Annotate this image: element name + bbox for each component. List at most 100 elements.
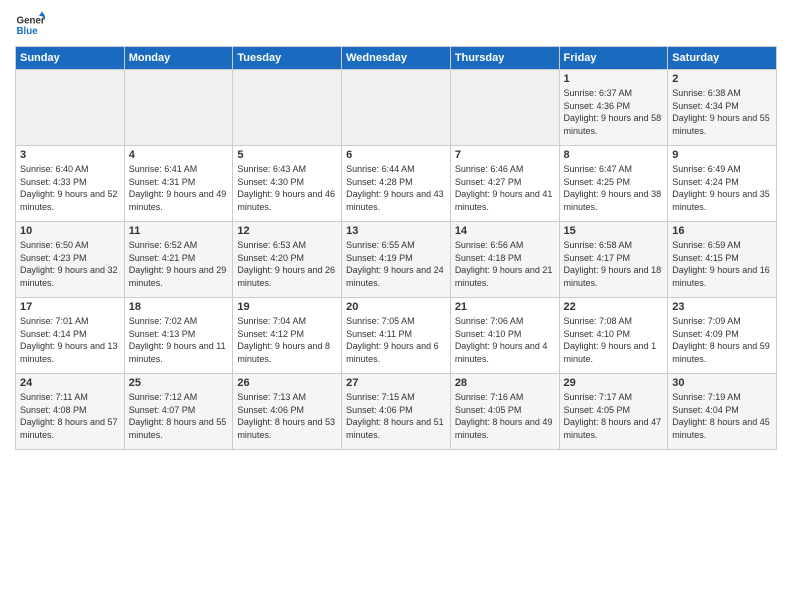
week-row-4: 24Sunrise: 7:11 AM Sunset: 4:08 PM Dayli… — [16, 374, 777, 450]
day-cell: 1Sunrise: 6:37 AM Sunset: 4:36 PM Daylig… — [559, 70, 668, 146]
day-cell — [450, 70, 559, 146]
day-number: 7 — [455, 149, 555, 161]
day-number: 9 — [672, 149, 772, 161]
day-cell: 4 Sunrise: 6:41 AM Sunset: 4:31 PM Daylig… — [124, 146, 233, 222]
day-cell: 27Sunrise: 7:15 AM Sunset: 4:06 PM Dayli… — [342, 374, 451, 450]
calendar-table: SundayMondayTuesdayWednesdayThursdayFrid… — [15, 46, 777, 450]
day-cell: 26 Sunrise: 7:13 AM Sunset: 4:06 PM Dayli… — [233, 374, 342, 450]
day-info: Sunrise: 6:41 AM Sunset: 4:31 PM Dayligh… — [129, 163, 229, 213]
day-info: Sunrise: 7:01 AM Sunset: 4:14 PM Dayligh… — [20, 315, 120, 365]
day-info: Sunrise: 6:40 AM Sunset: 4:33 PM Dayligh… — [20, 163, 120, 213]
day-info: Sunrise: 6:38 AM Sunset: 4:34 PM Dayligh… — [672, 87, 772, 137]
header-cell-tuesday: Tuesday — [233, 47, 342, 70]
logo: General Blue — [15, 10, 45, 40]
day-info: Sunrise: 7:06 AM Sunset: 4:10 PM Dayligh… — [455, 315, 555, 365]
day-cell: 19Sunrise: 7:04 AM Sunset: 4:12 PM Dayli… — [233, 298, 342, 374]
day-info: Sunrise: 7:02 AM Sunset: 4:13 PM Dayligh… — [129, 315, 229, 365]
day-info: Sunrise: 6:52 AM Sunset: 4:21 PM Dayligh… — [129, 239, 229, 289]
day-info: Sunrise: 7:19 AM Sunset: 4:04 PM Dayligh… — [672, 391, 772, 441]
day-cell: 6Sunrise: 6:44 AM Sunset: 4:28 PM Daylig… — [342, 146, 451, 222]
day-cell: 5 Sunrise: 6:43 AM Sunset: 4:30 PM Daylig… — [233, 146, 342, 222]
header-row: SundayMondayTuesdayWednesdayThursdayFrid… — [16, 47, 777, 70]
day-cell: 8 Sunrise: 6:47 AM Sunset: 4:25 PM Daylig… — [559, 146, 668, 222]
header-cell-thursday: Thursday — [450, 47, 559, 70]
day-cell: 16 Sunrise: 6:59 AM Sunset: 4:15 PM Dayli… — [668, 222, 777, 298]
day-number: 3 — [20, 149, 120, 161]
svg-text:General: General — [17, 16, 46, 27]
logo-icon: General Blue — [15, 10, 45, 40]
day-info: Sunrise: 7:12 AM Sunset: 4:07 PM Dayligh… — [129, 391, 229, 441]
header-cell-saturday: Saturday — [668, 47, 777, 70]
day-info: Sunrise: 7:09 AM Sunset: 4:09 PM Dayligh… — [672, 315, 772, 365]
day-number: 23 — [672, 301, 772, 313]
day-info: Sunrise: 7:13 AM Sunset: 4:06 PM Dayligh… — [237, 391, 337, 441]
day-cell: 12 Sunrise: 6:53 AM Sunset: 4:20 PM Dayli… — [233, 222, 342, 298]
day-number: 25 — [129, 377, 229, 389]
day-cell — [233, 70, 342, 146]
day-number: 5 — [237, 149, 337, 161]
day-number: 13 — [346, 225, 446, 237]
header-cell-monday: Monday — [124, 47, 233, 70]
day-number: 1 — [564, 73, 664, 85]
day-number: 30 — [672, 377, 772, 389]
day-number: 17 — [20, 301, 120, 313]
day-cell: 2 Sunrise: 6:38 AM Sunset: 4:34 PM Daylig… — [668, 70, 777, 146]
day-info: Sunrise: 6:47 AM Sunset: 4:25 PM Dayligh… — [564, 163, 664, 213]
header-cell-friday: Friday — [559, 47, 668, 70]
day-info: Sunrise: 6:49 AM Sunset: 4:24 PM Dayligh… — [672, 163, 772, 213]
day-number: 26 — [237, 377, 337, 389]
day-number: 16 — [672, 225, 772, 237]
day-info: Sunrise: 7:05 AM Sunset: 4:11 PM Dayligh… — [346, 315, 446, 365]
day-number: 14 — [455, 225, 555, 237]
day-number: 28 — [455, 377, 555, 389]
week-row-3: 17 Sunrise: 7:01 AM Sunset: 4:14 PM Dayli… — [16, 298, 777, 374]
day-cell: 7Sunrise: 6:46 AM Sunset: 4:27 PM Daylig… — [450, 146, 559, 222]
day-info: Sunrise: 6:50 AM Sunset: 4:23 PM Dayligh… — [20, 239, 120, 289]
day-cell: 28 Sunrise: 7:16 AM Sunset: 4:05 PM Dayli… — [450, 374, 559, 450]
day-info: Sunrise: 7:04 AM Sunset: 4:12 PM Dayligh… — [237, 315, 337, 365]
day-cell: 14 Sunrise: 6:56 AM Sunset: 4:18 PM Dayli… — [450, 222, 559, 298]
day-number: 20 — [346, 301, 446, 313]
day-cell: 13 Sunrise: 6:55 AM Sunset: 4:19 PM Dayli… — [342, 222, 451, 298]
day-info: Sunrise: 7:16 AM Sunset: 4:05 PM Dayligh… — [455, 391, 555, 441]
day-cell: 10 Sunrise: 6:50 AM Sunset: 4:23 PM Dayli… — [16, 222, 125, 298]
day-info: Sunrise: 7:17 AM Sunset: 4:05 PM Dayligh… — [564, 391, 664, 441]
day-cell: 9 Sunrise: 6:49 AM Sunset: 4:24 PM Daylig… — [668, 146, 777, 222]
day-info: Sunrise: 6:43 AM Sunset: 4:30 PM Dayligh… — [237, 163, 337, 213]
day-cell — [124, 70, 233, 146]
day-info: Sunrise: 6:55 AM Sunset: 4:19 PM Dayligh… — [346, 239, 446, 289]
day-number: 12 — [237, 225, 337, 237]
day-info: Sunrise: 7:08 AM Sunset: 4:10 PM Dayligh… — [564, 315, 664, 365]
day-number: 21 — [455, 301, 555, 313]
day-cell — [342, 70, 451, 146]
week-row-2: 10 Sunrise: 6:50 AM Sunset: 4:23 PM Dayli… — [16, 222, 777, 298]
day-info: Sunrise: 6:59 AM Sunset: 4:15 PM Dayligh… — [672, 239, 772, 289]
day-info: Sunrise: 6:53 AM Sunset: 4:20 PM Dayligh… — [237, 239, 337, 289]
day-number: 8 — [564, 149, 664, 161]
day-cell: 21 Sunrise: 7:06 AM Sunset: 4:10 PM Dayli… — [450, 298, 559, 374]
day-cell — [16, 70, 125, 146]
day-cell: 30 Sunrise: 7:19 AM Sunset: 4:04 PM Dayli… — [668, 374, 777, 450]
day-number: 2 — [672, 73, 772, 85]
day-cell: 11Sunrise: 6:52 AM Sunset: 4:21 PM Dayli… — [124, 222, 233, 298]
day-cell: 20 Sunrise: 7:05 AM Sunset: 4:11 PM Dayli… — [342, 298, 451, 374]
day-info: Sunrise: 6:44 AM Sunset: 4:28 PM Dayligh… — [346, 163, 446, 213]
day-cell: 15Sunrise: 6:58 AM Sunset: 4:17 PM Dayli… — [559, 222, 668, 298]
day-number: 22 — [564, 301, 664, 313]
day-cell: 17 Sunrise: 7:01 AM Sunset: 4:14 PM Dayli… — [16, 298, 125, 374]
week-row-1: 3 Sunrise: 6:40 AM Sunset: 4:33 PM Daylig… — [16, 146, 777, 222]
header-area: General Blue — [15, 10, 777, 40]
day-cell: 25 Sunrise: 7:12 AM Sunset: 4:07 PM Dayli… — [124, 374, 233, 450]
day-number: 4 — [129, 149, 229, 161]
week-row-0: 1Sunrise: 6:37 AM Sunset: 4:36 PM Daylig… — [16, 70, 777, 146]
day-number: 24 — [20, 377, 120, 389]
day-number: 10 — [20, 225, 120, 237]
calendar-container: General Blue SundayMondayTuesdayWednesda… — [0, 0, 792, 460]
day-info: Sunrise: 6:58 AM Sunset: 4:17 PM Dayligh… — [564, 239, 664, 289]
day-number: 29 — [564, 377, 664, 389]
day-info: Sunrise: 6:56 AM Sunset: 4:18 PM Dayligh… — [455, 239, 555, 289]
day-cell: 24Sunrise: 7:11 AM Sunset: 4:08 PM Dayli… — [16, 374, 125, 450]
svg-text:Blue: Blue — [17, 26, 39, 37]
day-cell: 23 Sunrise: 7:09 AM Sunset: 4:09 PM Dayli… — [668, 298, 777, 374]
header-cell-wednesday: Wednesday — [342, 47, 451, 70]
